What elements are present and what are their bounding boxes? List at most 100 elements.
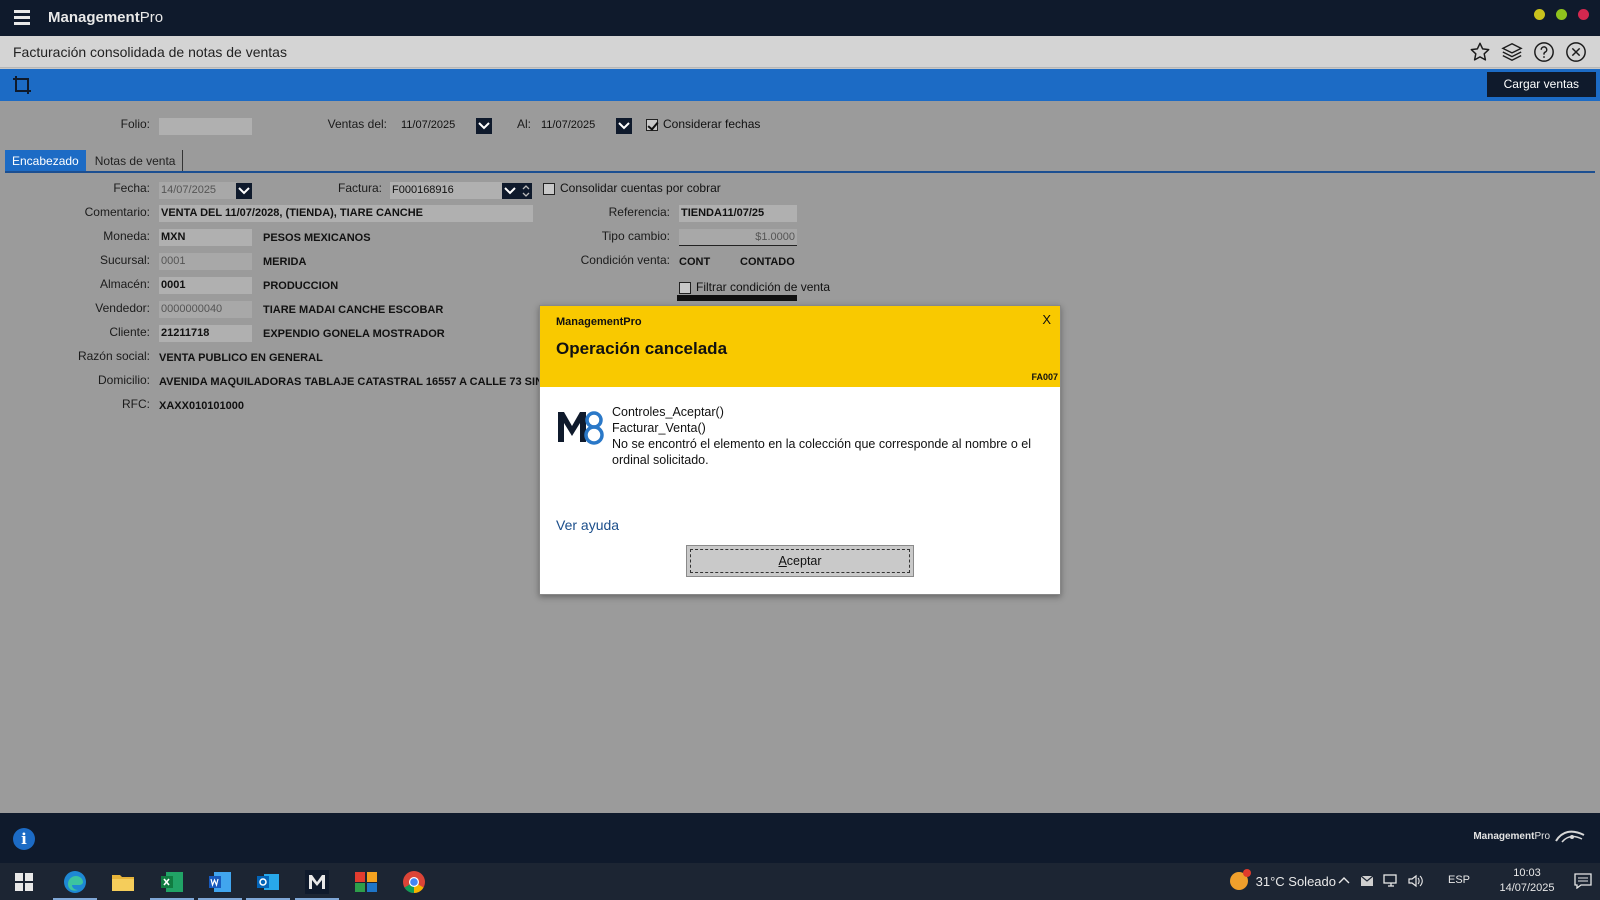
dialog-message-line: No se encontró el elemento en la colecci… (612, 437, 1032, 467)
layers-icon[interactable] (1500, 40, 1524, 64)
sucursal-name: MERIDA (263, 256, 307, 268)
app-bar: ManagementPro (0, 0, 1600, 36)
considerar-fechas-checkbox[interactable] (646, 119, 658, 131)
cargar-ventas-button[interactable]: Cargar ventas (1486, 72, 1596, 97)
moneda-code-input[interactable]: MXN (159, 229, 252, 246)
fecha-calendar-icon[interactable] (236, 183, 252, 199)
condicion-venta-label: Condición venta: (580, 253, 670, 267)
close-window-button[interactable] (1578, 9, 1589, 20)
dialog-app-name: ManagementPro (556, 316, 642, 328)
weather-text: 31°C Soleado (1255, 873, 1336, 889)
cliente-name: EXPENDIO GONELA MOSTRADOR (263, 328, 445, 340)
app-name-bold: Management (48, 9, 140, 26)
clock[interactable]: 10:03 14/07/2025 (1492, 866, 1562, 896)
aceptar-label: ceptar (786, 554, 822, 568)
app-name-thin: Pro (139, 9, 164, 26)
cliente-label: Cliente: (109, 325, 150, 339)
aceptar-button[interactable]: Aceptar (686, 545, 914, 577)
comentario-label: Comentario: (84, 205, 150, 219)
rfc-label: RFC: (122, 397, 150, 411)
word-icon[interactable] (196, 863, 244, 900)
clock-date: 14/07/2025 (1499, 882, 1555, 894)
aceptar-mnemonic: A (778, 554, 787, 568)
moneda-label: Moneda: (103, 229, 150, 243)
al-calendar-icon[interactable] (616, 118, 632, 134)
notifications-icon[interactable] (1574, 873, 1592, 890)
star-icon[interactable] (1468, 40, 1492, 64)
condicion-code[interactable]: CONT (679, 256, 710, 268)
vendedor-label: Vendedor: (95, 301, 150, 315)
file-explorer-icon[interactable] (99, 863, 147, 900)
managementpro-icon[interactable] (293, 863, 341, 900)
status-bar: i ManagementPro (0, 813, 1600, 863)
windows-start-icon[interactable] (15, 873, 33, 891)
dialog-message-line: Facturar_Venta() (612, 421, 706, 435)
rfc-value: XAXX010101000 (159, 400, 245, 412)
maximize-button[interactable] (1556, 9, 1567, 20)
sucursal-code-input[interactable]: 0001 (159, 253, 252, 270)
condicion-name: CONTADO (740, 256, 795, 268)
ventas-del-input[interactable]: 11/07/2025 (401, 119, 455, 131)
factura-input[interactable]: F000168916 (390, 182, 502, 199)
brand-thin: Pro (1534, 830, 1550, 842)
info-icon[interactable]: i (13, 828, 35, 850)
page-title: Facturación consolidada de notas de vent… (13, 44, 287, 60)
error-dialog: ManagementPro Operación cancelada X FA00… (539, 305, 1061, 595)
referencia-label: Referencia: (608, 205, 670, 219)
brand-swirl-icon (1555, 830, 1585, 843)
domicilio-label: Domicilio: (97, 373, 150, 387)
clock-time: 10:03 (1513, 867, 1541, 879)
managementpro-logo-icon (556, 407, 604, 447)
network-icon[interactable] (1383, 874, 1399, 888)
almacen-code-input[interactable]: 0001 (159, 277, 252, 294)
help-icon[interactable] (1532, 40, 1556, 64)
fecha-input[interactable]: 14/07/2025 (159, 182, 237, 199)
tab-encabezado[interactable]: Encabezado (5, 150, 86, 172)
considerar-fechas-label: Considerar fechas (663, 117, 761, 131)
brand-bold: Management (1473, 830, 1535, 842)
language-indicator[interactable]: ESP (1448, 874, 1470, 886)
minimize-button[interactable] (1534, 9, 1545, 20)
weather-widget[interactable]: 31°C Soleado (1229, 869, 1336, 890)
comentario-input[interactable]: VENTA DEL 11/07/2028, (TIENDA), TIARE CA… (159, 205, 533, 222)
taskbar: 31°C Soleado ESP 10:03 14/07/2025 (0, 863, 1600, 900)
brand-logo: ManagementPro (1473, 828, 1586, 844)
factura-dropdown-icon[interactable] (502, 183, 532, 199)
folio-input[interactable] (159, 118, 252, 135)
vendedor-code-input[interactable]: 0000000040 (159, 301, 252, 318)
referencia-input[interactable]: TIENDA11/07/25 (679, 205, 797, 222)
consolidar-cuentas-checkbox[interactable] (543, 183, 555, 195)
menu-icon[interactable] (14, 10, 30, 25)
close-circle-icon[interactable] (1564, 40, 1588, 64)
edge-icon[interactable] (51, 863, 99, 900)
gallery-icon[interactable] (342, 863, 390, 900)
mail-icon[interactable] (1360, 875, 1374, 887)
title-bar: Facturación consolidada de notas de vent… (0, 36, 1600, 68)
chrome-icon[interactable] (390, 863, 438, 900)
dialog-error-code: FA007 (1031, 372, 1058, 382)
tab-notas-de-venta[interactable]: Notas de venta (88, 150, 184, 172)
razon-social-value: VENTA PUBLICO EN GENERAL (159, 352, 323, 364)
dialog-close-button[interactable]: X (1042, 312, 1051, 327)
filtrar-condicion-checkbox[interactable] (679, 282, 691, 294)
tipo-cambio-label: Tipo cambio: (601, 229, 670, 243)
al-label: Al: (516, 117, 531, 131)
filtrar-condicion-label: Filtrar condición de venta (696, 280, 831, 294)
razon-social-label: Razón social: (77, 349, 150, 363)
toolbar: Cargar ventas (0, 69, 1600, 101)
dialog-message-line: Controles_Aceptar() (612, 405, 724, 419)
domicilio-value: AVENIDA MAQUILADORAS TABLAJE CATASTRAL 1… (159, 376, 572, 388)
outlook-icon[interactable] (244, 863, 292, 900)
cliente-code-input[interactable]: 21211718 (159, 325, 252, 342)
ver-ayuda-link[interactable]: Ver ayuda (556, 517, 619, 533)
volume-icon[interactable] (1408, 874, 1424, 888)
excel-icon[interactable] (148, 863, 196, 900)
consolidar-cuentas-label: Consolidar cuentas por cobrar (560, 181, 721, 195)
crop-icon[interactable] (12, 75, 32, 95)
al-input[interactable]: 11/07/2025 (541, 119, 595, 131)
folio-label: Folio: (120, 117, 150, 131)
chevron-up-icon[interactable] (1337, 874, 1351, 888)
dialog-message: Controles_Aceptar() Facturar_Venta() No … (612, 404, 1042, 468)
ventas-del-calendar-icon[interactable] (476, 118, 492, 134)
tipo-cambio-input[interactable]: $1.0000 (679, 229, 797, 246)
